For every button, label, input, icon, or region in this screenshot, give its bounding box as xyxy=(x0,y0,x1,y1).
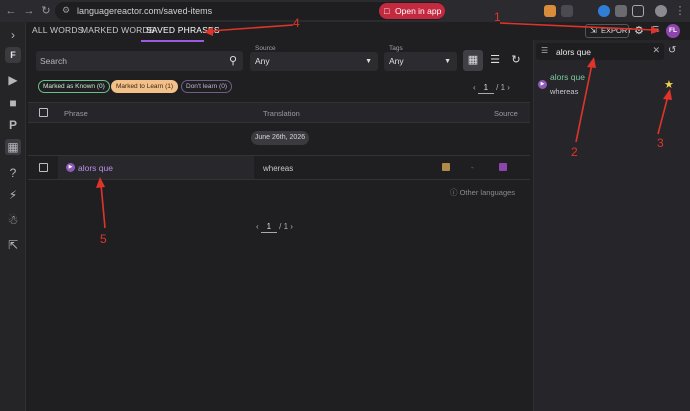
language-icon[interactable]: ☰ xyxy=(652,25,659,34)
extension-icon-4[interactable] xyxy=(615,5,627,17)
list-view-button[interactable]: ☰ xyxy=(485,50,505,71)
star-icon[interactable]: ★ xyxy=(664,78,674,91)
lookup-query[interactable]: alors que xyxy=(556,47,591,57)
extension-icon-1[interactable] xyxy=(544,5,556,17)
filter-dont-learn[interactable]: Don't learn (0) xyxy=(181,80,232,93)
filter-marked-known[interactable]: Marked as Known (0) xyxy=(38,80,110,93)
other-languages-link[interactable]: ⓘ Other languages xyxy=(450,187,515,198)
workspace-button[interactable]: F xyxy=(5,47,21,63)
tags-label: Tags xyxy=(389,45,403,52)
export-icon: ⇲ xyxy=(590,26,597,35)
calendar-view-button[interactable]: ▦ xyxy=(463,50,483,71)
column-source[interactable]: Source xyxy=(494,109,518,118)
page-total: / 1 xyxy=(496,83,506,92)
page-input[interactable]: 1 xyxy=(260,222,277,233)
active-tab-indicator xyxy=(141,40,204,42)
source-value: Any xyxy=(255,56,270,66)
person-icon[interactable]: ☃ xyxy=(5,212,21,228)
chevron-down-icon: ▼ xyxy=(365,58,372,65)
select-all-checkbox[interactable] xyxy=(39,108,48,117)
saved-items-icon[interactable]: ▦ xyxy=(5,139,21,155)
refresh-button[interactable]: ↻ xyxy=(506,50,526,71)
prev-page-icon[interactable]: ‹ xyxy=(256,222,259,231)
pager-top: ‹ 1 / 1 › xyxy=(473,83,510,94)
row-checkbox[interactable] xyxy=(39,163,48,172)
next-page-icon[interactable]: › xyxy=(507,83,510,92)
result-translation: whereas xyxy=(550,87,579,96)
bolt-icon[interactable]: ⚡ xyxy=(5,187,21,203)
tab-marked-words[interactable]: MARKED WORDS xyxy=(81,25,155,39)
chevron-right-icon[interactable]: › xyxy=(5,27,21,43)
play-audio-icon[interactable]: ▶ xyxy=(538,80,547,89)
annotation-4: 4 xyxy=(293,16,300,30)
phrase-text[interactable]: alors que xyxy=(78,163,113,173)
date-group-badge: June 26th, 2026 xyxy=(251,131,309,145)
history-icon[interactable]: ↺ xyxy=(668,45,676,56)
other-languages-label: Other languages xyxy=(459,188,516,197)
tab-saved-phrases[interactable]: SAVED PHRASES xyxy=(146,25,220,39)
search-input[interactable] xyxy=(36,51,221,71)
annotation-3: 3 xyxy=(657,136,664,150)
annotation-1: 1 xyxy=(494,10,501,24)
extension-icon-2[interactable] xyxy=(561,5,573,17)
site-info-icon[interactable]: ⚙ xyxy=(62,5,70,16)
forward-icon[interactable]: → xyxy=(22,4,36,18)
phrase-lookup-field[interactable]: ☰ alors que ✕ xyxy=(536,43,664,60)
chat-icon[interactable]: ■ xyxy=(5,95,21,111)
open-in-app-button[interactable]: Open in app xyxy=(379,3,445,19)
source-dash: - xyxy=(471,163,474,172)
tags-select[interactable]: Any ▼ xyxy=(384,52,457,71)
search-field[interactable]: ⚲ xyxy=(36,51,243,71)
refresh-icon: ↻ xyxy=(511,54,521,66)
column-translation[interactable]: Translation xyxy=(263,109,300,118)
annotation-5: 5 xyxy=(100,232,107,246)
list-icon: ☰ xyxy=(490,54,500,66)
close-icon[interactable]: ✕ xyxy=(652,45,660,56)
source-site-icon[interactable] xyxy=(499,163,507,171)
address-bar[interactable]: ⚙ languagereactor.com/saved-items Open i… xyxy=(55,2,445,20)
help-icon[interactable]: ? xyxy=(5,165,21,181)
search-icon[interactable]: ⚲ xyxy=(229,54,237,67)
url-text: languagereactor.com/saved-items xyxy=(77,6,213,16)
extensions-puzzle-icon[interactable] xyxy=(632,5,644,17)
page-input[interactable]: 1 xyxy=(477,83,494,94)
tab-all-words[interactable]: ALL WORDS xyxy=(32,25,84,39)
gear-icon[interactable]: ⚙ xyxy=(634,24,644,37)
profile-icon[interactable] xyxy=(655,5,667,17)
result-phrase[interactable]: alors que xyxy=(550,72,585,82)
play-audio-icon[interactable]: ▶ xyxy=(66,163,75,172)
page-total: / 1 xyxy=(279,222,289,231)
play-icon[interactable]: ▶ xyxy=(5,72,21,88)
info-icon: ⓘ xyxy=(450,188,458,197)
source-label: Source xyxy=(255,45,276,52)
prev-page-icon[interactable]: ‹ xyxy=(473,83,476,92)
avatar[interactable]: FL xyxy=(666,24,680,38)
back-icon[interactable]: ← xyxy=(4,4,18,18)
reload-icon[interactable]: ↻ xyxy=(39,4,53,18)
pager-bottom: ‹ 1 / 1 › xyxy=(256,222,293,233)
source-select[interactable]: Any ▼ xyxy=(250,52,378,71)
column-phrase[interactable]: Phrase xyxy=(64,109,88,118)
next-page-icon[interactable]: › xyxy=(290,222,293,231)
filter-marked-learn[interactable]: Marked to Learn (1) xyxy=(111,80,179,93)
extension-icon-3[interactable] xyxy=(598,5,610,17)
chevron-down-icon: ▼ xyxy=(444,58,451,65)
translate-icon: ☰ xyxy=(541,46,549,55)
tags-value: Any xyxy=(389,56,404,66)
logout-icon[interactable]: ⇱ xyxy=(5,237,21,253)
source-book-icon[interactable] xyxy=(442,163,450,171)
annotation-2: 2 xyxy=(571,145,578,159)
export-label: EXPORT xyxy=(601,26,632,35)
export-button[interactable]: ⇲ EXPORT xyxy=(585,24,632,38)
translation-text: whereas xyxy=(263,164,294,173)
browser-menu-icon[interactable]: ⋮ xyxy=(673,4,687,18)
calendar-icon: ▦ xyxy=(467,54,479,66)
p-icon[interactable]: P xyxy=(5,117,21,133)
